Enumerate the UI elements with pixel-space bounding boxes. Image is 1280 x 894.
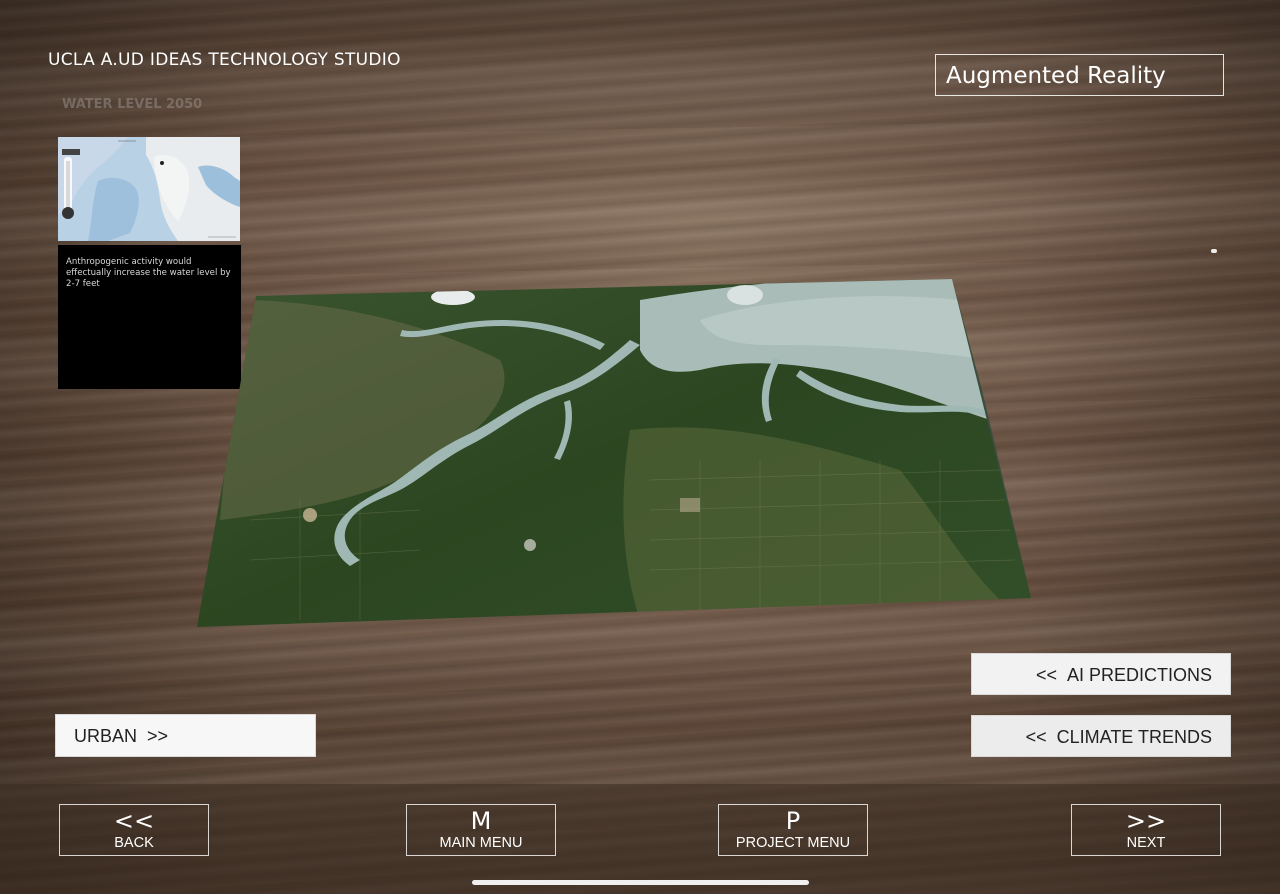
specular-dot [1211, 249, 1217, 253]
augmented-reality-badge: Augmented Reality [935, 54, 1224, 96]
info-panel: Anthropogenic activity would effectually… [58, 245, 241, 389]
water-level-ghost-year: 2050 [166, 97, 203, 112]
chevron-left-icon: << [1025, 727, 1047, 747]
project-menu-glyph: P [785, 807, 801, 835]
next-chevron-icon: >> [1125, 807, 1167, 835]
main-menu-label: MAIN MENU [439, 835, 523, 851]
main-menu-glyph: M [470, 807, 492, 835]
ai-predictions-label: AI PREDICTIONS [1066, 665, 1212, 685]
chevron-left-icon: << [1035, 665, 1057, 685]
next-label: NEXT [1126, 835, 1166, 851]
home-indicator[interactable] [472, 880, 809, 885]
chevron-right-icon: >> [147, 726, 169, 746]
minimap-image [58, 137, 240, 241]
climate-trends-button[interactable]: << CLIMATE TRENDS [971, 715, 1231, 757]
next-button[interactable]: >> NEXT [1071, 804, 1221, 856]
main-menu-button[interactable]: M MAIN MENU [406, 804, 556, 856]
water-level-ghost-label: WATER LEVEL 2050 [62, 97, 202, 112]
urban-button-label: URBAN [74, 726, 138, 746]
back-label: BACK [114, 835, 154, 851]
project-menu-button[interactable]: P PROJECT MENU [718, 804, 868, 856]
back-chevron-icon: << [113, 807, 155, 835]
back-button[interactable]: << BACK [59, 804, 209, 856]
ai-predictions-button[interactable]: << AI PREDICTIONS [971, 653, 1231, 695]
studio-title: UCLA A.UD IDEAS TECHNOLOGY STUDIO [48, 50, 401, 70]
water-level-minimap[interactable] [58, 137, 240, 241]
project-menu-label: PROJECT MENU [735, 835, 851, 851]
climate-trends-label: CLIMATE TRENDS [1056, 727, 1212, 747]
background-shading [0, 0, 1280, 894]
water-level-ghost-prefix: WATER LEVEL [62, 97, 167, 112]
urban-button[interactable]: URBAN >> [55, 714, 316, 757]
info-panel-text: Anthropogenic activity would effectually… [66, 257, 231, 289]
